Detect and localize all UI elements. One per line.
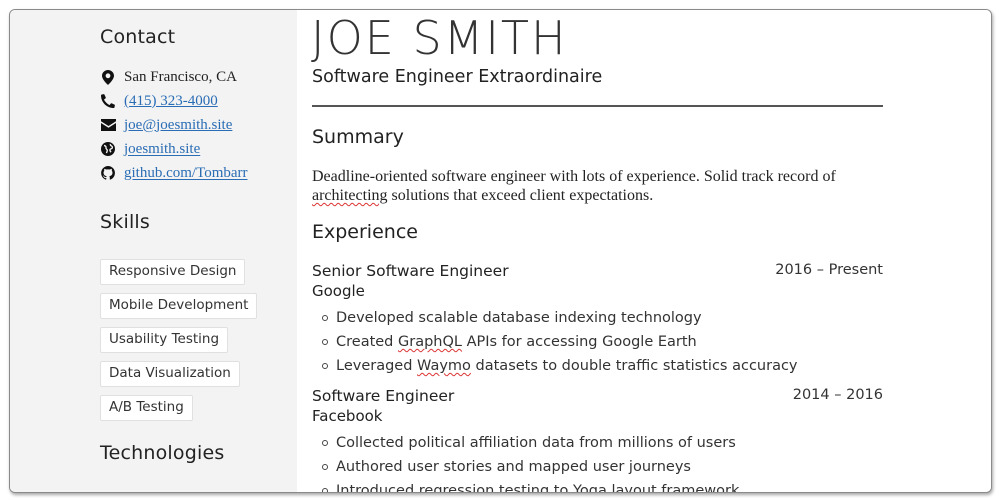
phone-link[interactable]: (415) 323-4000 <box>124 93 218 110</box>
envelope-icon <box>100 117 116 133</box>
spellcheck-word: architecting <box>312 187 388 204</box>
skills-list: Responsive Design Mobile Development Usa… <box>100 259 258 429</box>
contact-list: San Francisco, CA (415) 323-4000 joe@joe… <box>100 65 248 185</box>
skill-item: Usability Testing <box>100 327 257 353</box>
summary-heading: Summary <box>312 126 404 148</box>
job-company: Facebook <box>312 407 383 425</box>
spellcheck-word: Waymo <box>417 358 471 374</box>
contact-heading: Contact <box>100 26 176 48</box>
header-divider <box>312 105 883 107</box>
map-marker-icon <box>100 69 116 85</box>
sidebar: Contact San Francisco, CA (415) 323-4000… <box>10 10 297 492</box>
skill-item: A/B Testing <box>100 395 257 421</box>
contact-github: github.com/Tombarr <box>100 161 248 185</box>
bullet-item: Leveraged Waymo datasets to double traff… <box>322 354 883 378</box>
job-title: Software Engineer <box>312 387 455 405</box>
bullet-circle-icon <box>322 488 328 492</box>
experience-heading: Experience <box>312 221 418 243</box>
globe-icon <box>100 141 116 157</box>
contact-website: joesmith.site <box>100 137 248 161</box>
skill-item: Data Visualization <box>100 361 257 387</box>
bullet-item: Collected political affiliation data fro… <box>322 431 883 455</box>
skill-pill: Usability Testing <box>100 327 229 353</box>
contact-location: San Francisco, CA <box>100 65 248 89</box>
phone-icon <box>100 93 116 109</box>
bullet-text: Created GraphQL APIs for accessing Googl… <box>336 334 697 350</box>
bullet-circle-icon <box>322 315 328 321</box>
summary-text: Deadline-oriented software engineer with… <box>312 167 882 205</box>
bullet-text: Leveraged Waymo datasets to double traff… <box>336 358 798 374</box>
job-entry: Senior Software Engineer 2016 – Present … <box>312 262 883 378</box>
email-link[interactable]: joe@joesmith.site <box>124 117 232 134</box>
bullet-item: Developed scalable database indexing tec… <box>322 306 883 330</box>
job-bullets: Developed scalable database indexing tec… <box>312 306 883 378</box>
bullet-item: Created GraphQL APIs for accessing Googl… <box>322 330 883 354</box>
skill-pill: Responsive Design <box>100 259 246 285</box>
bullet-circle-icon <box>322 440 328 446</box>
website-link[interactable]: joesmith.site <box>124 141 200 158</box>
github-icon <box>100 165 116 181</box>
technologies-heading: Technologies <box>100 442 225 464</box>
contact-email: joe@joesmith.site <box>100 113 248 137</box>
skill-pill: Data Visualization <box>100 361 240 387</box>
job-header: Software Engineer 2014 – 2016 <box>312 387 883 407</box>
bullet-text: Collected political affiliation data fro… <box>336 435 736 451</box>
skill-pill: A/B Testing <box>100 395 193 421</box>
skill-item: Responsive Design <box>100 259 257 285</box>
job-dates: 2014 – 2016 <box>792 387 883 403</box>
job-dates: 2016 – Present <box>775 262 883 278</box>
candidate-name: JOE SMITH <box>311 11 568 65</box>
main-content: JOE SMITH Software Engineer Extraordinai… <box>297 10 991 492</box>
bullet-text: Authored user stories and mapped user jo… <box>336 459 691 475</box>
spellcheck-word: GraphQL <box>398 334 462 350</box>
job-entry: Software Engineer 2014 – 2016 Facebook C… <box>312 387 883 493</box>
summary-part-1: Deadline-oriented software engineer with… <box>312 168 836 185</box>
job-header: Senior Software Engineer 2016 – Present <box>312 262 883 282</box>
job-title: Senior Software Engineer <box>312 262 509 280</box>
bullet-text: Introduced regression testing to Yoga la… <box>336 483 740 493</box>
github-link[interactable]: github.com/Tombarr <box>124 165 248 182</box>
bullet-circle-icon <box>322 363 328 369</box>
bullet-circle-icon <box>322 339 328 345</box>
location-text: San Francisco, CA <box>124 68 237 85</box>
bullet-text: Developed scalable database indexing tec… <box>336 310 702 326</box>
bullet-circle-icon <box>322 464 328 470</box>
job-bullets: Collected political affiliation data fro… <box>312 431 883 493</box>
resume-page: Contact San Francisco, CA (415) 323-4000… <box>9 9 992 493</box>
summary-part-2: solutions that exceed client expectation… <box>387 187 654 204</box>
bullet-item: Introduced regression testing to Yoga la… <box>322 479 883 493</box>
candidate-title: Software Engineer Extraordinaire <box>312 67 603 87</box>
job-company: Google <box>312 282 365 300</box>
bullet-item: Authored user stories and mapped user jo… <box>322 455 883 479</box>
contact-phone: (415) 323-4000 <box>100 89 248 113</box>
skill-item: Mobile Development <box>100 293 258 319</box>
skill-pill: Mobile Development <box>100 293 258 319</box>
skills-heading: Skills <box>100 211 150 233</box>
